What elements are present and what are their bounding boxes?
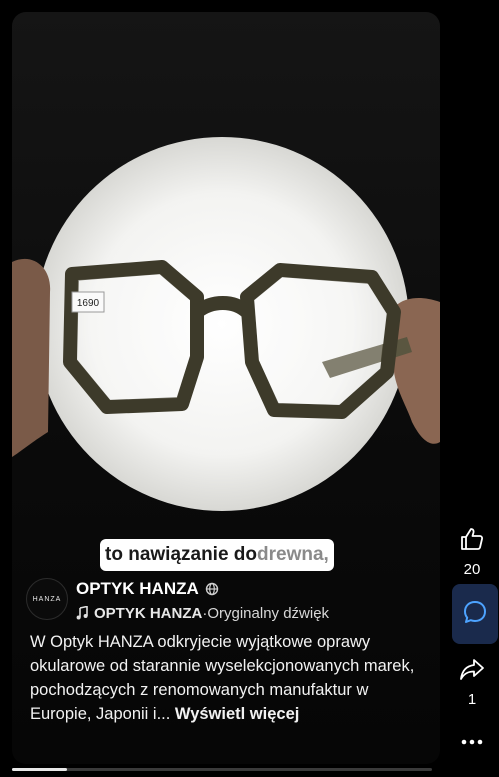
thumbs-up-icon[interactable] [459, 526, 485, 557]
audio-author: OPTYK HANZA [94, 604, 203, 622]
comment-icon [462, 599, 488, 630]
share-icon[interactable] [459, 658, 485, 687]
video-caption: to nawiązanie do drewna, [100, 539, 334, 571]
see-more-link[interactable]: Wyświetl więcej [175, 705, 299, 723]
post-description: W Optyk HANZA odkryjecie wyjątkowe opraw… [30, 630, 430, 726]
post-author: HANZA OPTYK HANZA OPTYK HANZA · Oryginal… [26, 578, 329, 623]
video-progress-bar[interactable] [12, 768, 432, 771]
more-options[interactable] [445, 732, 499, 750]
music-note-icon [76, 606, 88, 620]
like-action[interactable]: 20 [445, 526, 499, 578]
more-icon[interactable] [461, 732, 483, 750]
like-count: 20 [463, 561, 481, 578]
share-action[interactable]: 1 [445, 658, 499, 708]
audio-label: Oryginalny dźwięk [207, 604, 330, 622]
avatar-text: HANZA [32, 595, 62, 603]
price-tag-text: 1690 [77, 298, 100, 309]
share-count: 1 [467, 691, 477, 708]
author-name[interactable]: OPTYK HANZA [76, 579, 199, 599]
video-progress-fill [12, 768, 67, 771]
comment-button[interactable] [452, 584, 498, 644]
globe-icon [205, 582, 219, 596]
audio-info[interactable]: OPTYK HANZA · Oryginalny dźwięk [76, 603, 329, 623]
left-hand [12, 258, 51, 457]
avatar[interactable]: HANZA [26, 578, 68, 620]
caption-highlight: drewna, [257, 544, 329, 565]
caption-main: to nawiązanie do [105, 544, 258, 565]
